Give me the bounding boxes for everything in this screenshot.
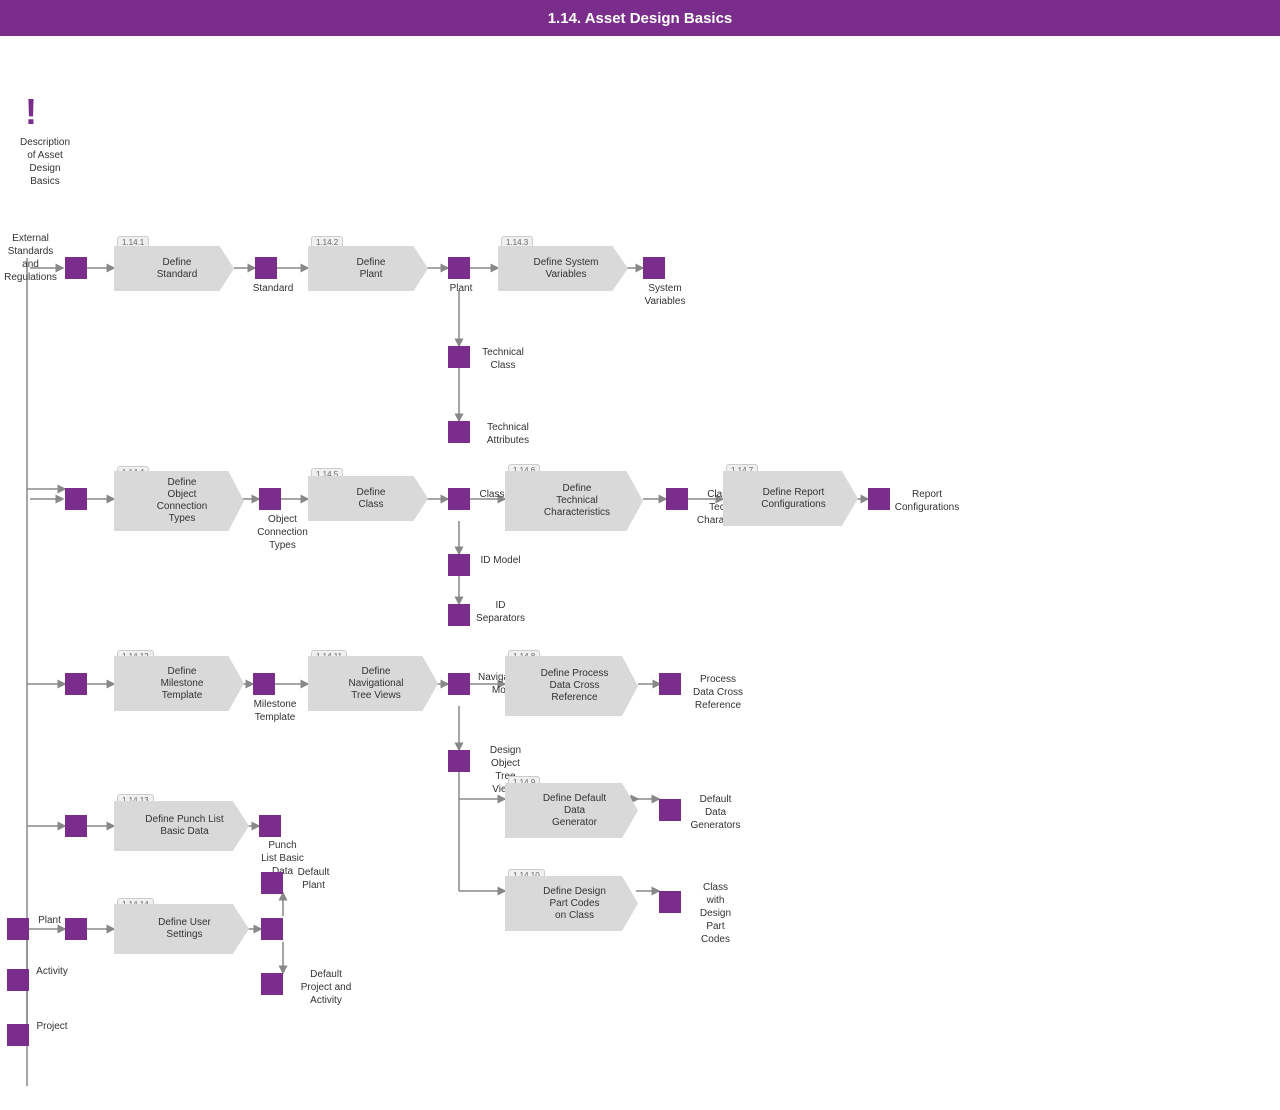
- node-define-punchlist[interactable]: Define Punch List Basic Data: [114, 801, 249, 851]
- usersettings-out-sq: [261, 918, 283, 940]
- standard-label: Standard: [248, 282, 298, 295]
- start-sq-5: [65, 918, 87, 940]
- plant-out-label: Plant: [441, 282, 481, 295]
- technical-attrs-sq: [448, 421, 470, 443]
- define-techchar-shape: Define Technical Characteristics: [505, 471, 643, 531]
- process-data-sq: [659, 673, 681, 695]
- define-milestone-shape: Define Milestone Template: [114, 656, 244, 711]
- design-part-sq: [659, 891, 681, 913]
- default-plant-sq: [261, 872, 283, 894]
- define-designpart-shape: Define Design Part Codes on Class: [505, 876, 638, 931]
- node-define-class[interactable]: Define Class: [308, 476, 428, 521]
- default-project-sq: [261, 973, 283, 995]
- define-nav-shape: Define Navigational Tree Views: [308, 656, 438, 711]
- node-define-standard[interactable]: Define Standard: [114, 246, 234, 291]
- default-gen-label: Default Data Generators: [683, 793, 748, 832]
- page-title: 1.14. Asset Design Basics: [548, 10, 733, 27]
- input-activity-label: Activity: [32, 965, 72, 978]
- nav-model-sq: [448, 673, 470, 695]
- input-activity-sq: [7, 969, 29, 991]
- design-obj-tree-sq: [448, 750, 470, 772]
- process-data-label: Process Data Cross Reference: [683, 673, 753, 712]
- system-vars-label: System Variables: [635, 282, 695, 308]
- node-define-system-vars[interactable]: Define System Variables: [498, 246, 628, 291]
- define-standard-shape: Define Standard: [114, 246, 234, 291]
- default-gen-sq: [659, 799, 681, 821]
- node-define-plant[interactable]: Define Plant: [308, 246, 428, 291]
- technical-class-sq: [448, 346, 470, 368]
- technical-class-label: Technical Class: [473, 346, 533, 372]
- define-defgen-shape: Define Default Data Generator: [505, 783, 638, 838]
- standard-sq: [255, 257, 277, 279]
- exclaim-icon: !: [25, 91, 37, 133]
- define-punchlist-shape: Define Punch List Basic Data: [114, 801, 249, 851]
- default-plant-label: Default Plant: [286, 866, 341, 892]
- report-config-sq: [868, 488, 890, 510]
- report-config-label: Report Configurations: [892, 488, 962, 514]
- node-define-user-settings[interactable]: Define User Settings: [114, 904, 249, 954]
- define-process-shape: Define Process Data Cross Reference: [505, 656, 638, 716]
- define-objconn-shape: Define Object Connection Types: [114, 471, 244, 531]
- start-sq-2: [65, 488, 87, 510]
- punchlist-sq: [259, 815, 281, 837]
- node-define-design-part[interactable]: Define Design Part Codes on Class: [505, 876, 638, 931]
- start-sq-3: [65, 673, 87, 695]
- node-define-objconn[interactable]: Define Object Connection Types: [114, 471, 244, 531]
- start-sq-4: [65, 815, 87, 837]
- milestone-label: Milestone Template: [245, 698, 305, 724]
- diagram-canvas: ! Description of Asset Design Basics Ext…: [0, 36, 1280, 1110]
- description-label: Description of Asset Design Basics: [5, 136, 85, 188]
- class-sq: [448, 488, 470, 510]
- input-project-label: Project: [32, 1020, 72, 1033]
- node-define-nav[interactable]: Define Navigational Tree Views: [308, 656, 438, 711]
- input-plant-sq: [7, 918, 29, 940]
- id-separators-label: ID Separators: [473, 599, 528, 625]
- node-define-report-config[interactable]: Define Report Configurations: [723, 471, 858, 526]
- milestone-sq: [253, 673, 275, 695]
- system-vars-sq: [643, 257, 665, 279]
- define-report-shape: Define Report Configurations: [723, 471, 858, 526]
- define-class-shape: Define Class: [308, 476, 428, 521]
- objconn-label: Object Connection Types: [250, 513, 315, 552]
- external-standards-label: External Standards and Regulations: [3, 232, 58, 284]
- input-plant-label: Plant: [32, 914, 67, 927]
- start-sq-1: [65, 257, 87, 279]
- default-project-label: Default Project and Activity: [286, 968, 366, 1007]
- id-model-sq: [448, 554, 470, 576]
- define-sysvar-shape: Define System Variables: [498, 246, 628, 291]
- id-model-label: ID Model: [473, 554, 528, 567]
- node-define-tech-char[interactable]: Define Technical Characteristics: [505, 471, 643, 531]
- title-bar: 1.14. Asset Design Basics: [0, 0, 1280, 36]
- objconn-sq: [259, 488, 281, 510]
- input-project-sq: [7, 1024, 29, 1046]
- id-separators-sq: [448, 604, 470, 626]
- node-define-process-data[interactable]: Define Process Data Cross Reference: [505, 656, 638, 716]
- node-define-default-gen[interactable]: Define Default Data Generator: [505, 783, 638, 838]
- class-tech-char-sq: [666, 488, 688, 510]
- technical-attrs-label: Technical Attributes: [473, 421, 543, 447]
- define-usersettings-shape: Define User Settings: [114, 904, 249, 954]
- plant-out-sq: [448, 257, 470, 279]
- define-plant-shape: Define Plant: [308, 246, 428, 291]
- node-define-milestone[interactable]: Define Milestone Template: [114, 656, 244, 711]
- design-part-label: Class with Design Part Codes: [683, 881, 748, 946]
